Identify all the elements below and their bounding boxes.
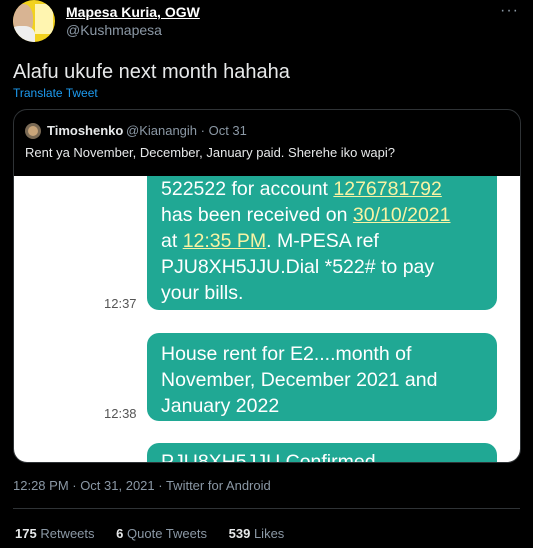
quoted-avatar xyxy=(25,123,41,139)
sms-bubble-3: PJU8XH5JJU Confirmed. xyxy=(147,443,497,462)
quoted-media-image[interactable]: 522522 for account 1276781792 has been r… xyxy=(14,176,520,462)
more-options-icon[interactable]: ··· xyxy=(500,2,519,20)
likes-stat[interactable]: 539 Likes xyxy=(229,526,285,541)
date-link: 30/10/2021 xyxy=(352,204,451,226)
tweet-timestamp[interactable]: 12:28 PM · Oct 31, 2021 · Twitter for An… xyxy=(13,478,271,493)
divider xyxy=(13,508,520,509)
avatar-card xyxy=(35,4,53,34)
author-handle[interactable]: @Kushmapesa xyxy=(66,22,162,38)
quoted-date: · Oct 31 xyxy=(200,123,247,138)
quoted-tweet[interactable]: Timoshenko @Kianangih · Oct 31 Rent ya N… xyxy=(13,109,521,463)
time-link: 12:35 PM xyxy=(182,230,267,252)
quoted-text: Rent ya November, December, January paid… xyxy=(25,145,395,160)
author-name[interactable]: Mapesa Kuria, OGW xyxy=(66,4,200,20)
sms-time-1: 12:37 xyxy=(104,296,137,311)
tweet-stats: 175 Retweets 6 Quote Tweets 539 Likes xyxy=(15,526,302,541)
quoted-author-name: Timoshenko xyxy=(47,123,124,138)
retweets-stat[interactable]: 175 Retweets xyxy=(15,526,95,541)
sms-bubble-2: House rent for E2....month of November, … xyxy=(147,333,497,421)
quoted-handle: @Kianangih xyxy=(126,123,198,138)
sms-time-2: 12:38 xyxy=(104,406,137,421)
sms-bubble-1: 522522 for account 1276781792 has been r… xyxy=(147,176,497,310)
translate-tweet-link[interactable]: Translate Tweet xyxy=(13,86,98,100)
quoted-author-meta: @Kianangih · Oct 31 xyxy=(126,123,247,138)
author-avatar[interactable] xyxy=(13,0,55,42)
quote-tweets-stat[interactable]: 6 Quote Tweets xyxy=(116,526,207,541)
tweet-text: Alafu ukufe next month hahaha xyxy=(13,61,290,83)
account-link: 1276781792 xyxy=(333,178,442,200)
avatar-shirt xyxy=(13,26,35,42)
